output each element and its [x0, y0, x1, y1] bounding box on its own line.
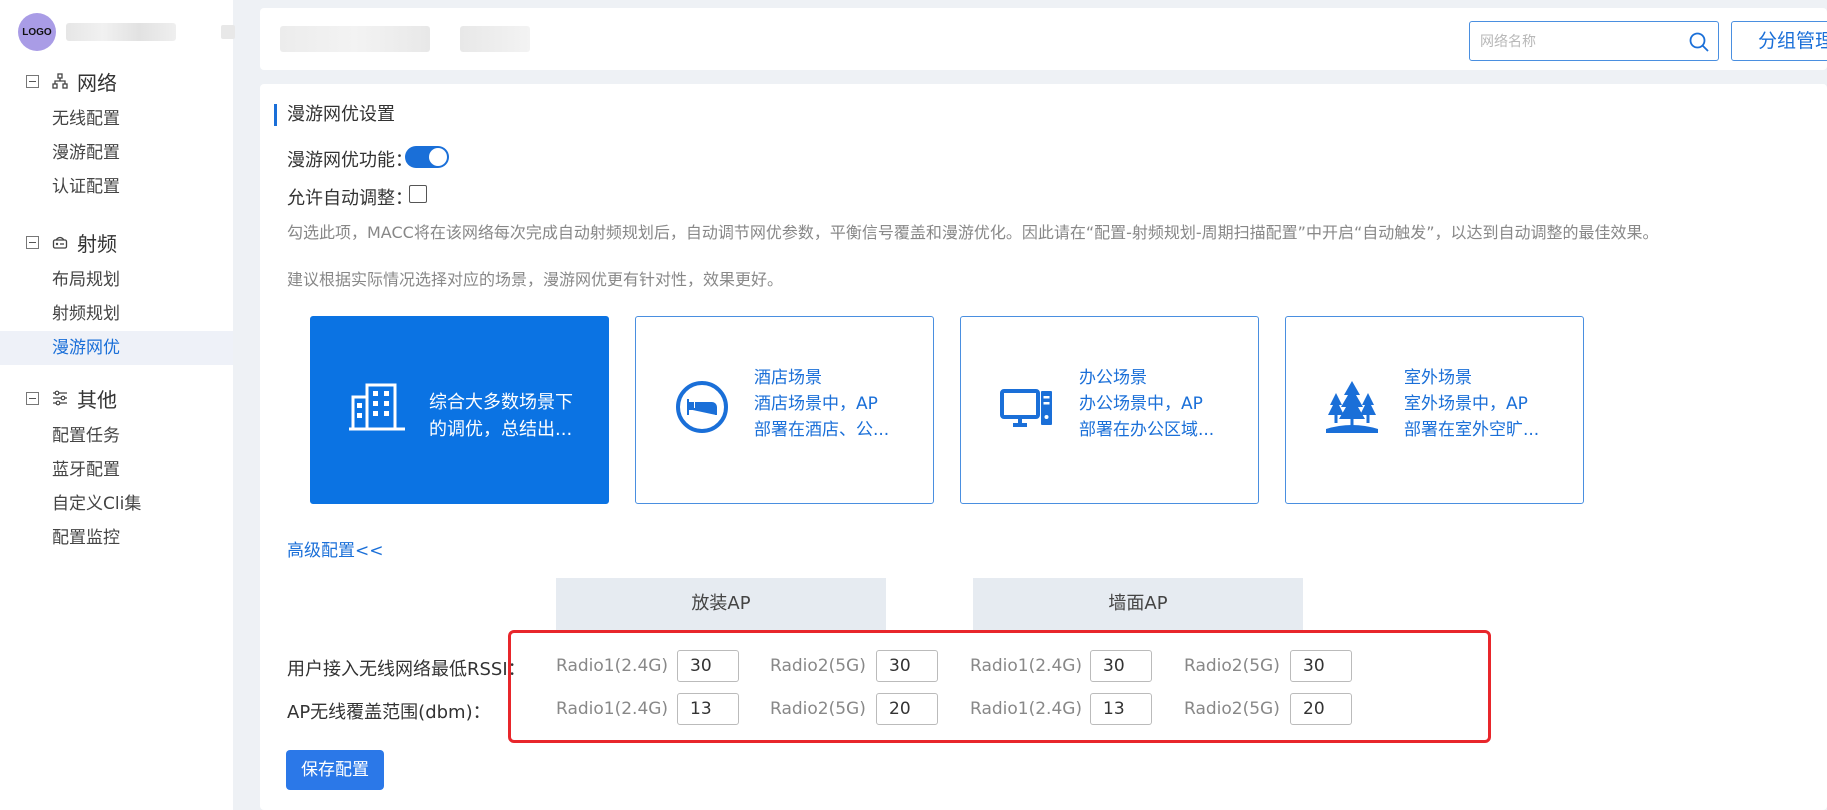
- sidebar-item-roaming-optimization[interactable]: 漫游网优: [0, 331, 233, 365]
- sidebar-item-config-tasks[interactable]: 配置任务: [0, 419, 233, 453]
- save-config-button[interactable]: 保存配置: [286, 750, 384, 790]
- nav-group-network: 网络 无线配置 漫游配置 认证配置: [0, 66, 233, 204]
- blurred-network-subtitle: [460, 26, 530, 52]
- scene-card-text: 综合大多数场景下 的调优，总结出...: [429, 389, 573, 443]
- collapse-icon[interactable]: [26, 74, 39, 88]
- scene-card-line: 综合大多数场景下: [429, 392, 573, 413]
- sidebar-item-wireless-config[interactable]: 无线配置: [0, 102, 233, 136]
- scene-card-line: 酒店场景中，AP: [754, 394, 878, 414]
- advanced-config-link[interactable]: 高级配置<<: [287, 536, 384, 561]
- min-rssi-label: 用户接入无线网络最低RSSI：: [287, 659, 526, 680]
- roaming-opt-toggle-label: 漫游网优功能：: [287, 150, 413, 171]
- scene-card-office[interactable]: 办公场景 办公场景中，AP 部署在办公区域...: [960, 316, 1259, 504]
- scene-card-line: 室外场景中，AP: [1404, 394, 1528, 414]
- sidebar-item-roaming-config[interactable]: 漫游配置: [0, 136, 233, 170]
- scene-card-text: 办公场景 办公场景中，AP 部署在办公区域...: [1079, 365, 1214, 443]
- scene-card-line: 办公场景: [1079, 368, 1147, 388]
- nav-group-radio: 射频 布局规划 射频规划 漫游网优: [0, 227, 233, 365]
- nav-group-label: 射频: [77, 231, 117, 256]
- scene-card-outdoor[interactable]: 室外场景 室外场景中，AP 部署在室外空旷...: [1285, 316, 1584, 504]
- scene-card-hotel[interactable]: 酒店场景 酒店场景中，AP 部署在酒店、公...: [635, 316, 934, 504]
- building-icon: [349, 383, 405, 431]
- scene-card-line: 部署在室外空旷...: [1404, 420, 1540, 440]
- scene-card-line: 部署在酒店、公...: [754, 420, 890, 440]
- scene-card-general[interactable]: 综合大多数场景下 的调优，总结出...: [310, 316, 609, 504]
- auto-adjust-checkbox[interactable]: [409, 185, 427, 203]
- auto-adjust-description: 勾选此项，MACC将在该网络每次完成自动射频规划后，自动调节网优参数，平衡信号覆…: [287, 223, 1659, 242]
- scene-card-line: 部署在办公区域...: [1079, 420, 1215, 440]
- office-computer-icon: [1000, 389, 1052, 427]
- blurred-org-icon: [221, 25, 235, 39]
- scene-card-line: 室外场景: [1404, 368, 1472, 388]
- highlight-annotation-box: [508, 630, 1491, 743]
- group-management-button[interactable]: 分组管理: [1731, 21, 1827, 61]
- search-icon[interactable]: [1688, 31, 1710, 53]
- main-panel: 漫游网优设置 漫游网优功能： 允许自动调整： 勾选此项，MACC将在该网络每次完…: [260, 84, 1827, 810]
- section-title: 漫游网优设置: [274, 104, 395, 126]
- blurred-org-name: [66, 23, 176, 41]
- nav-group-header-network[interactable]: 网络: [0, 66, 233, 96]
- hotel-bed-icon: [676, 381, 728, 433]
- scene-card-line: 办公场景中，AP: [1079, 394, 1203, 414]
- blurred-network-title: [280, 26, 430, 52]
- nav-group-other: 其他 配置任务 蓝牙配置 自定义Cli集 配置监控: [0, 383, 233, 555]
- scene-card-line: 酒店场景: [754, 368, 822, 388]
- settings-sliders-icon: [51, 389, 69, 407]
- scene-cards: 综合大多数场景下 的调优，总结出... 酒店场景 酒店场景中，AP 部署在酒店、…: [310, 316, 1610, 506]
- sidebar-item-layout-planning[interactable]: 布局规划: [0, 263, 233, 297]
- network-search[interactable]: [1469, 21, 1719, 61]
- network-icon: [51, 72, 69, 90]
- nav-group-header-radio[interactable]: 射频: [0, 227, 233, 257]
- radio-icon: [51, 233, 69, 251]
- sidebar-item-rf-planning[interactable]: 射频规划: [0, 297, 233, 331]
- sidebar-item-config-monitor[interactable]: 配置监控: [0, 521, 233, 555]
- sidebar-item-custom-cli[interactable]: 自定义Cli集: [0, 487, 233, 521]
- nav-group-label: 其他: [77, 387, 117, 412]
- auto-adjust-label: 允许自动调整：: [287, 188, 413, 209]
- topbar: 分组管理: [260, 8, 1827, 70]
- scene-card-text: 室外场景 室外场景中，AP 部署在室外空旷...: [1404, 365, 1539, 443]
- sidebar: LOGO 网络 无线配置 漫游配置 认证配置 射频 布局规划 射频规划 漫游网优: [0, 0, 235, 810]
- sidebar-item-bluetooth-config[interactable]: 蓝牙配置: [0, 453, 233, 487]
- column-header-ceiling-ap: 放装AP: [556, 578, 886, 630]
- scene-hint: 建议根据实际情况选择对应的场景，漫游网优更有针对性，效果更好。: [287, 270, 784, 289]
- nav-group-label: 网络: [77, 70, 117, 95]
- brand: LOGO: [18, 12, 235, 52]
- column-header-wall-ap: 墙面AP: [973, 578, 1303, 630]
- roaming-opt-toggle[interactable]: [405, 146, 449, 168]
- sidebar-item-auth-config[interactable]: 认证配置: [0, 170, 233, 204]
- collapse-icon[interactable]: [26, 391, 39, 405]
- logo[interactable]: LOGO: [18, 13, 56, 51]
- collapse-icon[interactable]: [26, 235, 39, 249]
- coverage-range-label: AP无线覆盖范围(dbm)：: [287, 702, 491, 723]
- scene-card-text: 酒店场景 酒店场景中，AP 部署在酒店、公...: [754, 365, 889, 443]
- search-input[interactable]: [1480, 31, 1680, 53]
- scene-card-line: 的调优，总结出...: [429, 419, 573, 440]
- outdoor-trees-icon: [1326, 381, 1378, 433]
- nav-group-header-other[interactable]: 其他: [0, 383, 233, 413]
